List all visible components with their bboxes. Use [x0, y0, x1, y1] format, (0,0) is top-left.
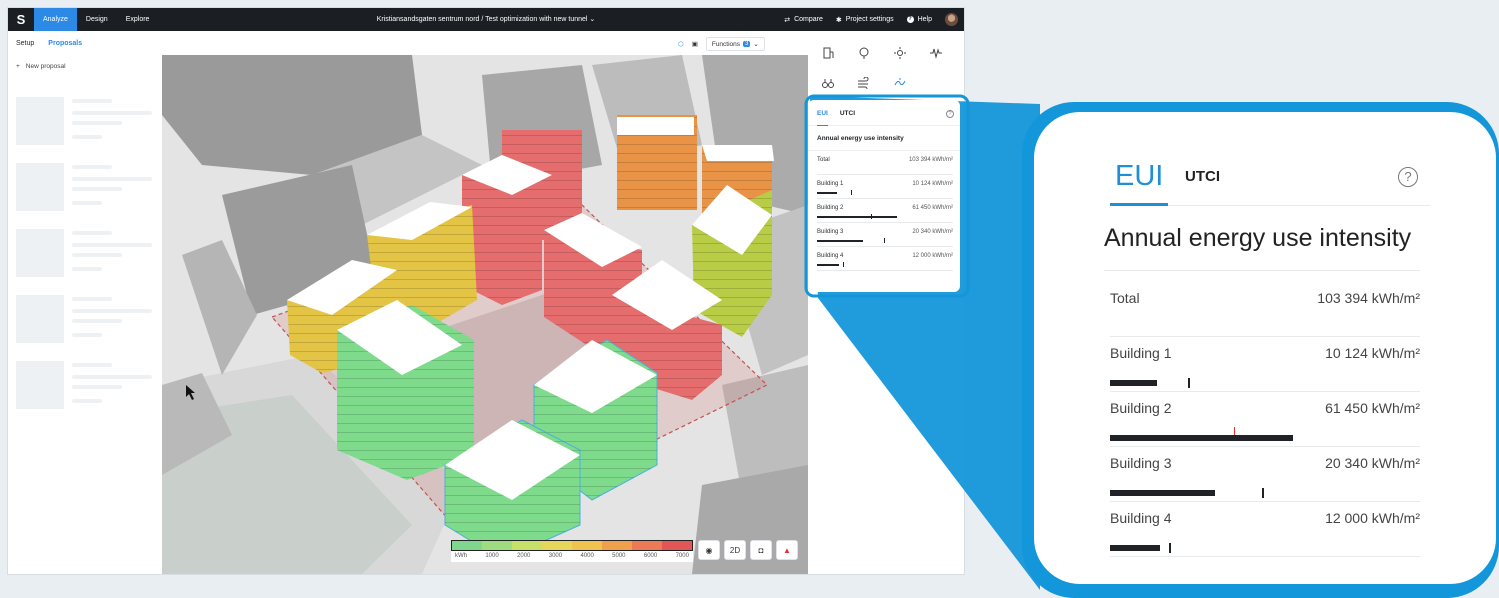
building-label: Building 4 [817, 253, 844, 259]
energy-bar [817, 264, 839, 266]
benchmark-marker [1261, 488, 1264, 498]
panel-heading: Annual energy use intensity [808, 126, 960, 151]
energy-bar [1110, 435, 1293, 441]
zoomed-tab-utci[interactable]: UTCI [1185, 168, 1220, 185]
total-label: Total [817, 157, 830, 163]
building-row[interactable]: Building 1 10 124 kWh/m² [817, 175, 953, 199]
divider [1104, 270, 1420, 271]
benchmark-marker [883, 238, 885, 243]
building-label: Building 1 [1110, 345, 1172, 361]
benchmark-marker [1168, 543, 1171, 553]
energy-bar [817, 240, 864, 242]
building-value: 10 124 kWh/m² [912, 181, 953, 187]
benchmark-marker [842, 262, 844, 267]
eui-panel-tabs: EUI UTCI [808, 100, 960, 126]
building-label: Building 2 [817, 205, 844, 211]
building-value: 61 450 kWh/m² [912, 205, 953, 211]
total-row: Total 103 394 kWh/m² [817, 151, 953, 175]
tab-utci[interactable]: UTCI [840, 110, 855, 125]
building-row[interactable]: Building 3 20 340 kWh/m² [817, 223, 953, 247]
benchmark-marker [1234, 427, 1235, 435]
energy-bar [1110, 380, 1157, 386]
active-tab-underline [1110, 203, 1168, 206]
zoomed-total-row: Total 103 394 kWh/m² [1110, 282, 1420, 337]
zoomed-eui-panel: EUI UTCI ? Annual energy use intensity T… [1034, 112, 1496, 584]
total-value: 103 394 kWh/m² [1317, 290, 1420, 306]
building-value: 20 340 kWh/m² [912, 229, 953, 235]
total-value: 103 394 kWh/m² [908, 157, 953, 163]
zoomed-building-row[interactable]: Building 4 12 000 kWh/m² [1110, 502, 1420, 557]
benchmark-marker [851, 190, 852, 195]
energy-bar [1110, 490, 1216, 496]
divider [1110, 556, 1420, 557]
building-value: 61 450 kWh/m² [1325, 400, 1420, 416]
building-label: Building 1 [817, 181, 844, 187]
building-value: 12 000 kWh/m² [1325, 510, 1420, 526]
energy-bar [817, 192, 838, 194]
zoomed-building-row[interactable]: Building 1 10 124 kWh/m² [1110, 337, 1420, 392]
zoomed-help-icon[interactable]: ? [1398, 167, 1418, 187]
energy-bar [817, 216, 898, 218]
building-row[interactable]: Building 2 61 450 kWh/m² [817, 199, 953, 223]
help-icon[interactable]: ? [946, 110, 954, 118]
benchmark-marker [871, 214, 873, 219]
building-value: 20 340 kWh/m² [1325, 455, 1420, 471]
building-value: 12 000 kWh/m² [912, 253, 953, 259]
building-label: Building 4 [1110, 510, 1172, 526]
eui-panel-highlight: EUI UTCI ? Annual energy use intensity T… [808, 100, 960, 292]
building-row[interactable]: Building 4 12 000 kWh/m² [817, 247, 953, 271]
total-label: Total [1110, 290, 1140, 306]
zoomed-building-row[interactable]: Building 2 61 450 kWh/m² [1110, 392, 1420, 447]
building-value: 10 124 kWh/m² [1325, 345, 1420, 361]
building-label: Building 3 [1110, 455, 1172, 471]
zoomed-tabs: EUI UTCI ? [1110, 148, 1430, 206]
energy-bar [1110, 545, 1160, 551]
benchmark-marker [1187, 378, 1190, 388]
tab-eui[interactable]: EUI [817, 110, 828, 126]
zoomed-tab-eui[interactable]: EUI [1115, 160, 1163, 193]
zoomed-building-row[interactable]: Building 3 20 340 kWh/m² [1110, 447, 1420, 502]
zoomed-heading: Annual energy use intensity [1104, 224, 1412, 252]
building-label: Building 2 [1110, 400, 1172, 416]
building-label: Building 3 [817, 229, 844, 235]
